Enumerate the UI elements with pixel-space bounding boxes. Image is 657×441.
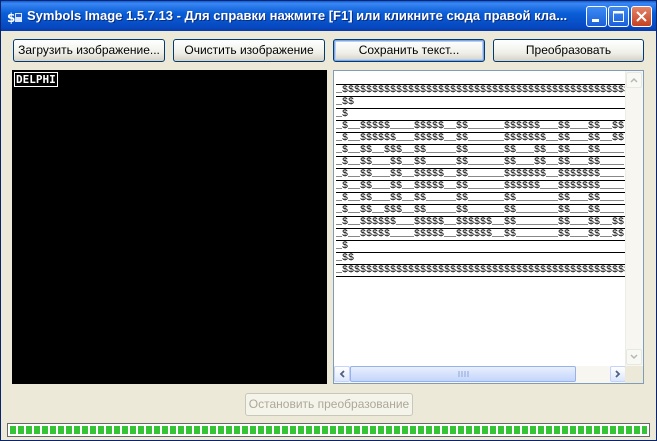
close-button[interactable] xyxy=(631,6,652,27)
text-line: _$$$$$$$$$$$$$$$$$$$$$$$$$$$$$$$$$$$$$$$… xyxy=(336,85,626,97)
title-bar[interactable]: $ Symbols Image 1.5.7.13 - Для справки н… xyxy=(1,1,656,31)
text-line: _$__$$___$$__$$$$$__$$______$$$$$$$__$$$… xyxy=(336,169,626,181)
maximize-button[interactable] xyxy=(608,6,629,27)
minimize-button[interactable] xyxy=(586,6,607,27)
text-line: _$__$$___$$__$$_____$$______$$___$$__$$_… xyxy=(336,157,626,169)
app-icon: $ xyxy=(7,11,22,25)
scroll-right-button[interactable] xyxy=(610,366,626,382)
chevron-down-icon xyxy=(630,354,638,360)
text-line xyxy=(336,277,626,289)
horizontal-scrollbar[interactable] xyxy=(334,366,626,383)
text-line: _$__$$__$$$__$$_____$$______$$___$$__$$_… xyxy=(336,145,626,157)
scroll-thumb[interactable] xyxy=(350,366,576,382)
text-line: _$ xyxy=(336,241,626,253)
image-preview[interactable]: DELPHI xyxy=(12,70,327,384)
scroll-corner xyxy=(625,366,643,383)
text-line xyxy=(336,73,626,85)
scroll-down-button[interactable] xyxy=(626,349,642,365)
scroll-up-button[interactable] xyxy=(626,72,642,88)
text-line: _$__$$___$$__$$_____$$______$$_______$$_… xyxy=(336,193,626,205)
text-line: _$__$$__$$$__$$_____$$______$$_______$$_… xyxy=(336,205,626,217)
close-icon xyxy=(636,11,647,22)
convert-button[interactable]: Преобразовать xyxy=(493,39,644,62)
text-line: _$$$$$$$$$$$$$$$$$$$$$$$$$$$$$$$$$$$$$$$… xyxy=(336,265,626,277)
text-line: _$__$$$$$____$$$$$__$$$$$$__$$_______$$_… xyxy=(336,229,626,241)
stop-conversion-button[interactable]: Остановить преобразование xyxy=(245,393,413,416)
text-line: _$__$$$$$$___$$$$$__$$$$$$__$$_______$$_… xyxy=(336,217,626,229)
chevron-right-icon xyxy=(615,370,621,378)
chevron-up-icon xyxy=(630,77,638,83)
minimize-icon xyxy=(592,19,599,22)
text-output-panel[interactable]: _$$$$$$$$$$$$$$$$$$$$$$$$$$$$$$$$$$$$$$$… xyxy=(333,70,644,384)
clear-image-button[interactable]: Очистить изображение xyxy=(173,39,325,62)
vertical-scrollbar[interactable] xyxy=(625,71,643,366)
app-window: $ Symbols Image 1.5.7.13 - Для справки н… xyxy=(0,0,657,441)
text-line: _$__$$___$$__$$$$$__$$______$$$$$$___$$$… xyxy=(336,181,626,193)
text-output[interactable]: _$$$$$$$$$$$$$$$$$$$$$$$$$$$$$$$$$$$$$$$… xyxy=(336,73,626,365)
text-line: _$__$$$$$$___$$$$$__$$______$$$$$$$__$$_… xyxy=(336,133,626,145)
svg-text:$: $ xyxy=(7,11,15,25)
progress-fill xyxy=(10,426,647,434)
text-line: _$ xyxy=(336,109,626,121)
maximize-icon xyxy=(613,11,624,22)
grip-icon xyxy=(458,371,469,377)
window-title: Symbols Image 1.5.7.13 - Для справки наж… xyxy=(27,8,568,23)
text-line: _$$ xyxy=(336,97,626,109)
text-line: _$$ xyxy=(336,253,626,265)
progress-bar xyxy=(7,423,650,437)
chevron-left-icon xyxy=(339,370,345,378)
image-caption: DELPHI xyxy=(14,72,58,87)
text-line: _$__$$$$$____$$$$$__$$______$$$$$$___$$_… xyxy=(336,121,626,133)
scroll-left-button[interactable] xyxy=(334,366,350,382)
load-image-button[interactable]: Загрузить изображение... xyxy=(13,39,165,62)
save-text-button[interactable]: Сохранить текст... xyxy=(333,39,485,62)
